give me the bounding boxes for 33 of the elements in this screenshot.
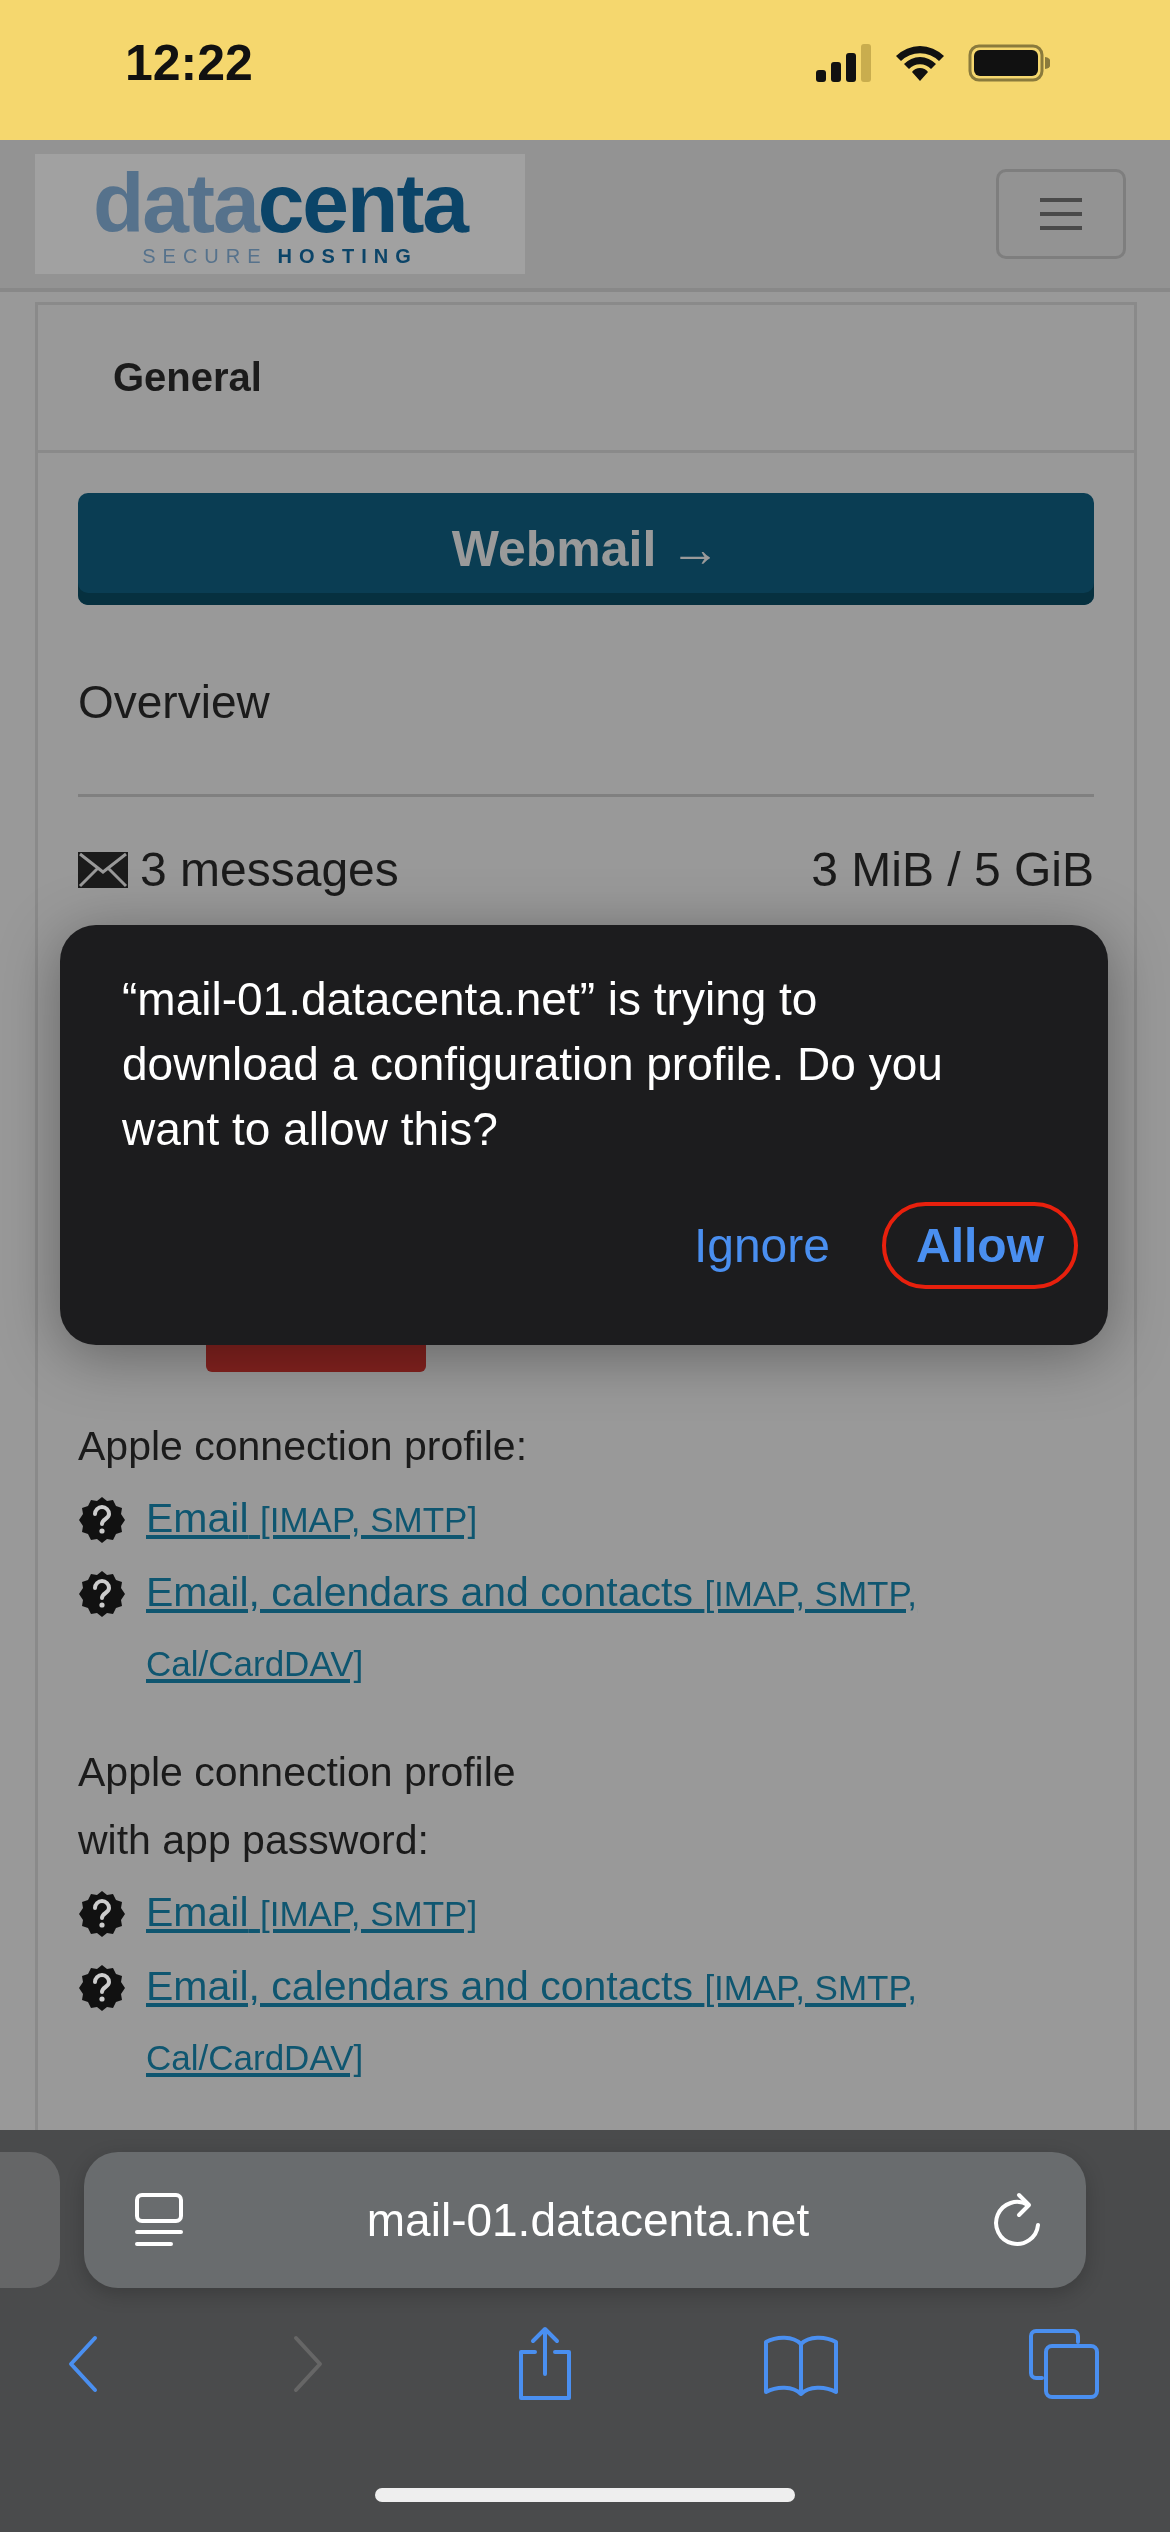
profile-link[interactable]: Email [IMAP, SMTP] (146, 1878, 1026, 1948)
profile-link[interactable]: Email [IMAP, SMTP] (146, 1484, 1026, 1554)
profile-link[interactable]: Email, calendars and contacts [IMAP, SMTP, Cal/CardDAV] (146, 1558, 1026, 1698)
page-menu-icon (134, 2192, 184, 2248)
menu-button[interactable] (996, 169, 1126, 259)
tab-preview[interactable] (0, 2152, 60, 2288)
battery-icon (968, 43, 1050, 82)
tab[interactable]: General (113, 355, 262, 400)
status-time: 12:22 (125, 33, 253, 92)
reload-icon (992, 2192, 1042, 2248)
alert-button[interactable]: Ignore (659, 1202, 864, 1289)
wifi-icon (894, 43, 946, 82)
help-icon (78, 1496, 126, 1544)
menu-icon (1038, 197, 1084, 231)
alert-message: “mail-01.datacenta.net” is trying to download a configuration profile. Do you want to allow this? (122, 972, 944, 1157)
address-bar[interactable]: mail-01.datacenta.net (84, 2152, 1086, 2288)
signal-icon (816, 43, 872, 82)
profile-heading: Apple connection profile: (78, 1422, 529, 1471)
alert-button[interactable]: Allow (882, 1202, 1078, 1289)
webmail-button[interactable]: Webmail → (78, 493, 1094, 605)
url-text: mail-01.datacenta.net (366, 2193, 810, 2247)
profile-heading: Apple connection profile with app password: (78, 1748, 517, 1865)
section-heading: Overview (78, 675, 271, 729)
help-icon (78, 1964, 126, 2012)
profile-link[interactable]: Email, calendars and contacts [IMAP, SMTP, Cal/CardDAV] (146, 1952, 1026, 2092)
message-count: 3 messages (140, 842, 399, 897)
storage-usage: 3 MiB / 5 GiB (811, 842, 1094, 897)
tabs-button[interactable] (1028, 2328, 1100, 2400)
logo[interactable]: datacenta SECURE HOSTING (35, 154, 525, 274)
tabs-icon (1028, 2328, 1100, 2400)
help-icon (78, 1570, 126, 1618)
envelope-icon (78, 851, 128, 888)
help-icon (78, 1890, 126, 1938)
